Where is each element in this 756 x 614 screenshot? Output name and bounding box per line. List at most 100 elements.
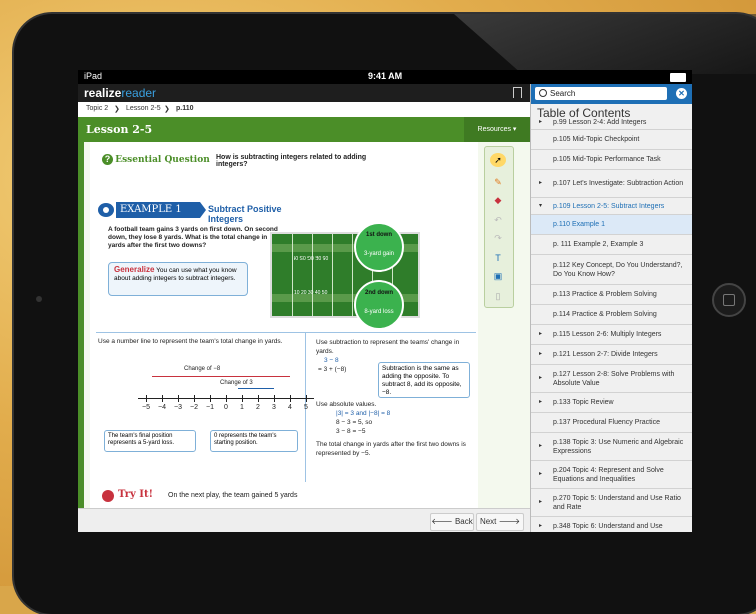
note-icon[interactable]: ▣ (490, 269, 506, 283)
chevron-right-icon[interactable]: ▸ (539, 470, 542, 479)
toc-item[interactable]: p.105 Mid-Topic Performance Task (531, 150, 692, 170)
book-page: ? Essential Question How is subtracting … (90, 142, 478, 508)
tick-label: 3 (272, 404, 276, 411)
problem-text: A football team gains 3 yards on first d… (108, 226, 278, 249)
change-3-bar (238, 388, 274, 389)
toc-item[interactable]: ▸ p.138 Topic 3: Use Numeric and Algebrai… (531, 433, 692, 461)
chevron-right-icon[interactable]: ▸ (539, 330, 542, 339)
toc-item[interactable]: ▸ p.107 Let's Investigate: Subtraction Ac… (531, 170, 692, 198)
subtraction-callout: Subtraction is the same as adding the op… (378, 362, 470, 398)
redo-icon[interactable]: ↷ (490, 231, 506, 245)
toc-item[interactable]: p. 111 Example 2, Example 3 (531, 235, 692, 255)
annotation-toolbar: ➚ ✎ ◆ ↶ ↷ T ▣ ▯ (484, 146, 514, 308)
back-button[interactable]: 🡐 Back (430, 513, 474, 531)
resources-button[interactable]: Resources ▾ (464, 117, 530, 142)
number-line-intro: Use a number line to represent the team'… (98, 338, 283, 345)
section-divider (96, 332, 476, 333)
note-starting-position: 0 represents the team's starting positio… (210, 430, 298, 452)
clear-search-icon[interactable]: ✕ (676, 88, 687, 99)
chevron-right-icon[interactable]: ▸ (539, 498, 542, 507)
tick-mark (178, 395, 179, 402)
breadcrumb-sep-2: ❯ (164, 106, 170, 113)
clear-icon[interactable]: ▯ (490, 289, 506, 303)
toc-item-label: p.115 Lesson 2-6: Multiply Integers (553, 331, 662, 338)
toc-item[interactable]: ▸ p.133 Topic Review (531, 393, 692, 413)
number-line: Change of −8 Change of 3 −5 −4 −3 −2 −1 0 1 2 3 4… (138, 366, 318, 426)
chevron-right-icon[interactable]: ▸ (539, 442, 542, 451)
chevron-down-icon[interactable]: ▾ (539, 202, 542, 211)
note-final-position: The team's final position represents a 5… (104, 430, 196, 452)
toc-item[interactable]: p.113 Practice & Problem Solving (531, 285, 692, 305)
bookmark-icon[interactable] (513, 87, 522, 98)
toc-item[interactable]: ▸ p.99 Lesson 2-4: Add Integers (531, 116, 692, 130)
toc-item[interactable]: p.110 Example 1 (531, 215, 692, 235)
toc-item-label: p.348 Topic 6: Understand and Use (553, 523, 663, 530)
tick-mark (242, 395, 243, 402)
home-button[interactable] (712, 283, 746, 317)
clock: 9:41 AM (368, 71, 403, 81)
tick-mark (210, 395, 211, 402)
chevron-right-icon[interactable]: ▸ (539, 398, 542, 407)
select-pointer-icon[interactable]: ➚ (490, 153, 506, 167)
change-neg8-bar (152, 376, 290, 377)
toc-item[interactable]: ▸ p.115 Lesson 2-6: Multiply Integers (531, 325, 692, 345)
toc-item[interactable]: ▸ p.270 Topic 5: Understand and Use Ratio… (531, 489, 692, 517)
tick-mark (290, 395, 291, 402)
undo-icon[interactable]: ↶ (490, 213, 506, 227)
eraser-icon[interactable]: ◆ (490, 193, 506, 207)
toc-item-label: p.107 Let's Investigate: Subtraction Act… (553, 180, 684, 187)
generalize-box: Generalize You can use what you know abo… (108, 262, 248, 296)
logo-sub: reader (121, 86, 157, 100)
tick-label: −1 (206, 404, 214, 411)
toc-item[interactable]: p.112 Key Concept, Do You Understand?, D… (531, 255, 692, 285)
change-3-label: Change of 3 (220, 380, 253, 386)
tick-label: −5 (142, 404, 150, 411)
next-button[interactable]: Next 🡒 (476, 513, 524, 531)
text-tool-icon[interactable]: T (490, 251, 506, 265)
question-icon: ? (102, 154, 113, 165)
toc-item[interactable]: p.105 Mid-Topic Checkpoint (531, 130, 692, 150)
chevron-right-icon[interactable]: ▸ (539, 179, 542, 188)
change-neg8-label: Change of −8 (184, 366, 221, 372)
chevron-right-icon[interactable]: ▸ (539, 374, 542, 383)
tick-label: 5 (304, 404, 308, 411)
try-it: Try It! On the next play, the team gaine… (96, 488, 486, 508)
essential-label: Essential Question (115, 155, 210, 165)
breadcrumb-sep-1: ❯ (114, 106, 120, 113)
toc-item[interactable]: p.114 Practice & Problem Solving (531, 305, 692, 325)
breadcrumb-page: p.110 (176, 105, 194, 112)
tick-mark (274, 395, 275, 402)
first-down-title: 1st down (365, 232, 392, 238)
toc-item[interactable]: p.137 Procedural Fluency Practice (531, 413, 692, 433)
search-placeholder: Search (550, 89, 576, 98)
toc-item-label: p. 111 Example 2, Example 3 (553, 241, 644, 248)
toc-item[interactable]: ▸ p.121 Lesson 2-7: Divide Integers (531, 345, 692, 365)
toc-item-label: p.133 Topic Review (553, 399, 614, 406)
status-bar: iPad 9:41 AM (78, 70, 692, 84)
toc-item-label: p.204 Topic 4: Represent and Solve Equat… (553, 466, 664, 483)
search-input[interactable]: Search (535, 87, 667, 100)
toc-item-label: p.112 Key Concept, Do You Understand?, D… (553, 261, 683, 278)
second-down-sub: 8-yard loss (364, 309, 394, 315)
logo-main: realize (84, 86, 122, 100)
chevron-right-icon[interactable]: ▸ (539, 118, 542, 127)
highlighter-icon[interactable]: ✎ (490, 175, 506, 189)
toc-item[interactable]: ▸ p.348 Topic 6: Understand and Use (531, 517, 692, 532)
toc-item-label: p.105 Mid-Topic Performance Task (553, 156, 661, 163)
breadcrumb-lesson[interactable]: Lesson 2-5 (126, 105, 161, 112)
conclusion: The total change in yards after the firs… (316, 441, 466, 457)
chevron-right-icon[interactable]: ▸ (539, 522, 542, 531)
example-tab: EXAMPLE 1 (116, 202, 206, 218)
toc-item-label: p.113 Practice & Problem Solving (553, 291, 657, 298)
chevron-right-icon[interactable]: ▸ (539, 350, 542, 359)
toc-item[interactable]: ▸ p.127 Lesson 2-8: Solve Problems with A… (531, 365, 692, 393)
example-title: Subtract Positive Integers (208, 204, 282, 224)
yard-line (332, 234, 333, 316)
app-logo: realizereader (84, 86, 156, 100)
toc-item[interactable]: ▾ p.109 Lesson 2-5: Subtract Integers (531, 198, 692, 215)
toc-item[interactable]: ▸ p.204 Topic 4: Represent and Solve Equa… (531, 461, 692, 489)
breadcrumb-topic[interactable]: Topic 2 (86, 105, 108, 112)
device-label: iPad (84, 71, 103, 81)
subtraction-column: Use subtraction to represent the teams' … (316, 338, 476, 458)
lesson-titlebar: Lesson 2-5 Resources ▾ (78, 117, 530, 142)
